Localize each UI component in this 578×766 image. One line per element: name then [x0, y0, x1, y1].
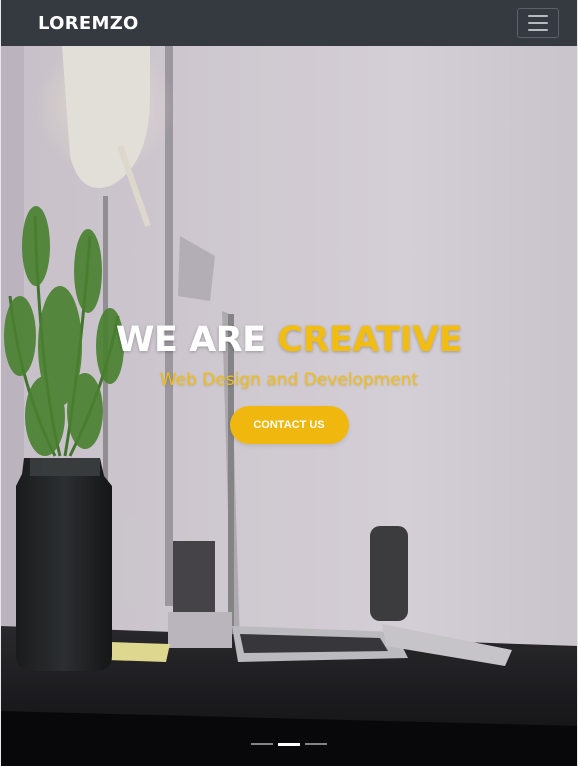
- contact-us-button[interactable]: CONTACT US: [229, 406, 349, 444]
- hero-content: WE ARE CREATIVE Web Design and Developme…: [0, 320, 578, 444]
- hamburger-line: [528, 22, 548, 24]
- brand-logo[interactable]: LOREMZO: [38, 13, 139, 34]
- navbar-toggle-button[interactable]: [517, 8, 559, 38]
- headline-white-text: WE ARE: [115, 320, 266, 360]
- hero-headline: WE ARE CREATIVE: [0, 320, 578, 360]
- carousel-indicators: [0, 742, 578, 746]
- carousel-indicator-3[interactable]: [305, 743, 327, 745]
- hamburger-menu-icon: [528, 15, 548, 17]
- carousel-indicator-2[interactable]: [278, 742, 300, 746]
- hero-subtitle: Web Design and Development: [159, 370, 419, 390]
- hamburger-line: [528, 29, 548, 31]
- navbar: LOREMZO: [0, 0, 578, 46]
- left-border: [0, 0, 1, 766]
- headline-yellow-text: CREATIVE: [277, 320, 463, 360]
- carousel-indicator-1[interactable]: [251, 743, 273, 745]
- hero-section: WE ARE CREATIVE Web Design and Developme…: [0, 46, 578, 766]
